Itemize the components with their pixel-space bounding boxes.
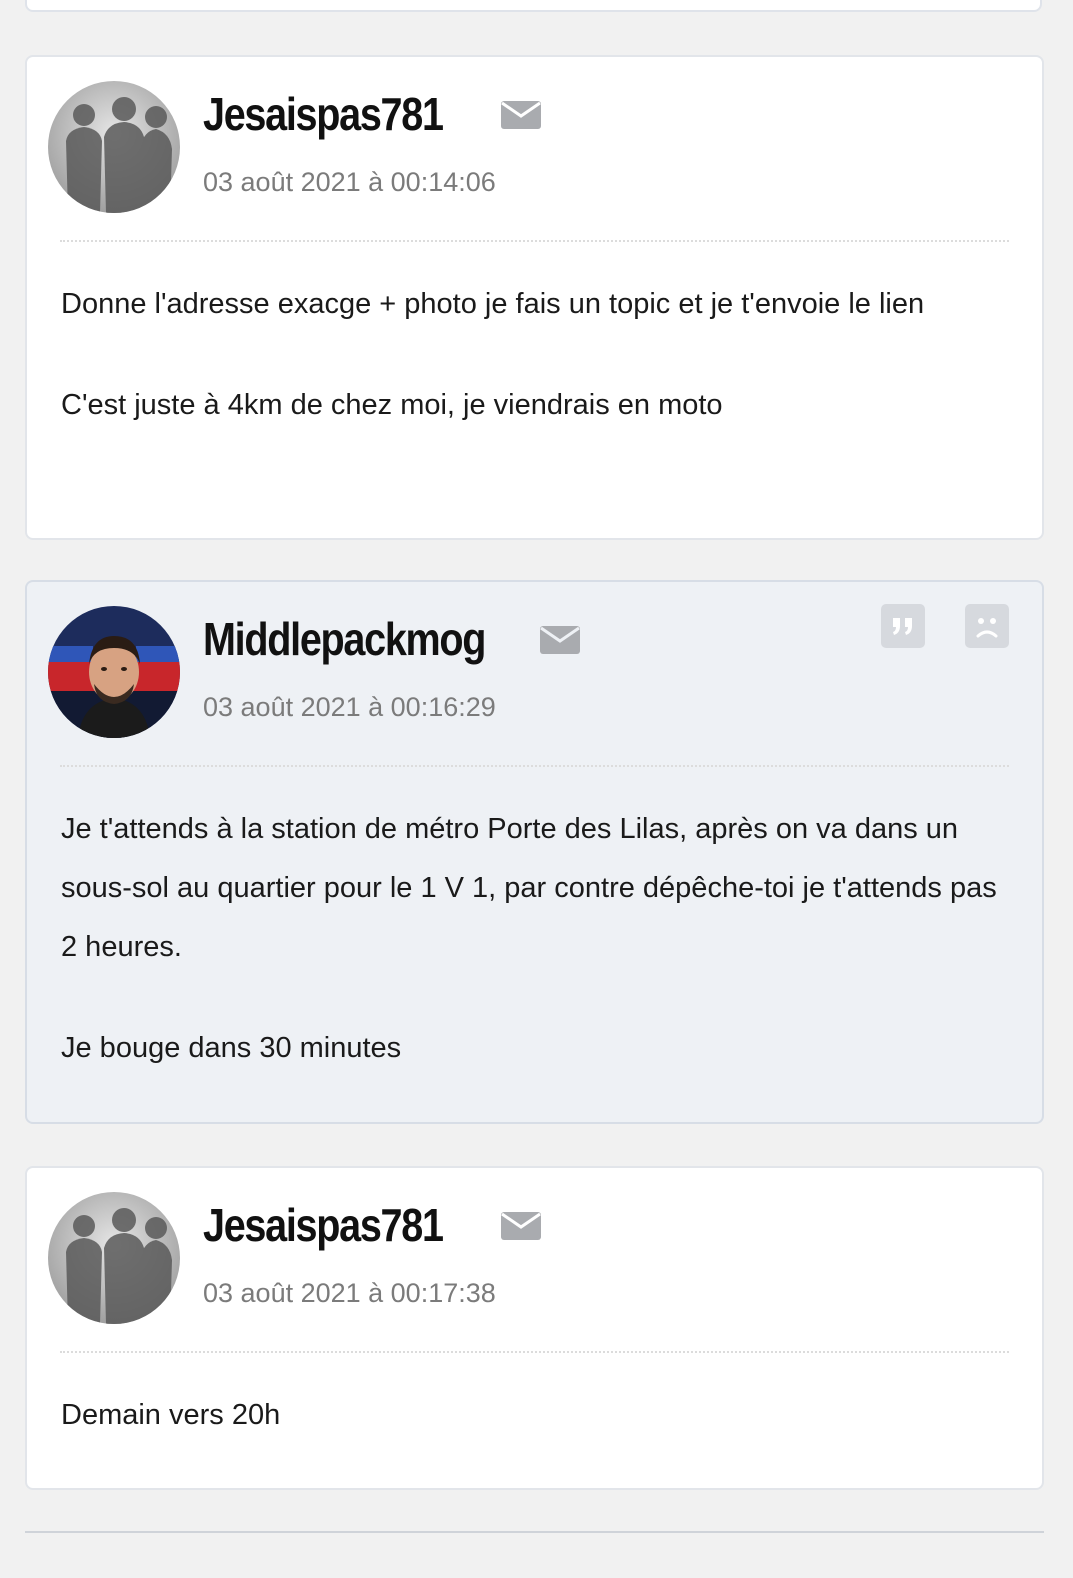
mail-icon[interactable] xyxy=(501,99,541,131)
mail-icon[interactable] xyxy=(501,1210,541,1242)
group-silhouette-avatar xyxy=(48,81,180,213)
avatar[interactable] xyxy=(48,606,180,738)
post-date[interactable]: 03 août 2021 à 00:16:29 xyxy=(203,692,496,723)
post-date[interactable]: 03 août 2021 à 00:17:38 xyxy=(203,1278,496,1309)
person-photo-avatar xyxy=(48,606,180,738)
mail-icon[interactable] xyxy=(540,624,580,656)
page-bottom-divider xyxy=(25,1531,1044,1533)
post-paragraph: C'est juste à 4km de chez moi, je viendr… xyxy=(61,389,723,421)
quote-button[interactable] xyxy=(881,604,925,648)
post-body: Demain vers 20h xyxy=(61,1386,1008,1445)
divider xyxy=(60,1351,1009,1353)
previous-post-card xyxy=(25,0,1042,12)
author-name[interactable]: Jesaispas781 xyxy=(203,1198,444,1252)
post-paragraph: Demain vers 20h xyxy=(61,1399,281,1431)
post-paragraph: Je bouge dans 30 minutes xyxy=(61,1032,402,1064)
post-paragraph: Je t'attends à la station de métro Porte… xyxy=(61,813,997,963)
quote-icon xyxy=(893,618,912,635)
post-paragraph: Donne l'adresse exacge + photo je fais u… xyxy=(61,288,925,320)
sad-face-icon xyxy=(976,618,998,638)
forum-post: Jesaispas781 03 août 2021 à 00:17:38 Dem… xyxy=(25,1166,1044,1490)
group-silhouette-avatar xyxy=(48,1192,180,1324)
report-button[interactable] xyxy=(965,604,1009,648)
divider xyxy=(60,240,1009,242)
forum-post: Middlepackmog 03 août 2021 à 00:16:29 Je… xyxy=(25,580,1044,1124)
post-body: Je t'attends à la station de métro Porte… xyxy=(61,800,1008,1078)
post-body: Donne l'adresse exacge + photo je fais u… xyxy=(61,275,1008,435)
avatar[interactable] xyxy=(48,1192,180,1324)
author-name[interactable]: Middlepackmog xyxy=(203,612,486,666)
forum-post: Jesaispas781 03 août 2021 à 00:14:06 Don… xyxy=(25,55,1044,540)
post-date[interactable]: 03 août 2021 à 00:14:06 xyxy=(203,167,496,198)
author-name[interactable]: Jesaispas781 xyxy=(203,87,444,141)
avatar[interactable] xyxy=(48,81,180,213)
divider xyxy=(60,765,1009,767)
